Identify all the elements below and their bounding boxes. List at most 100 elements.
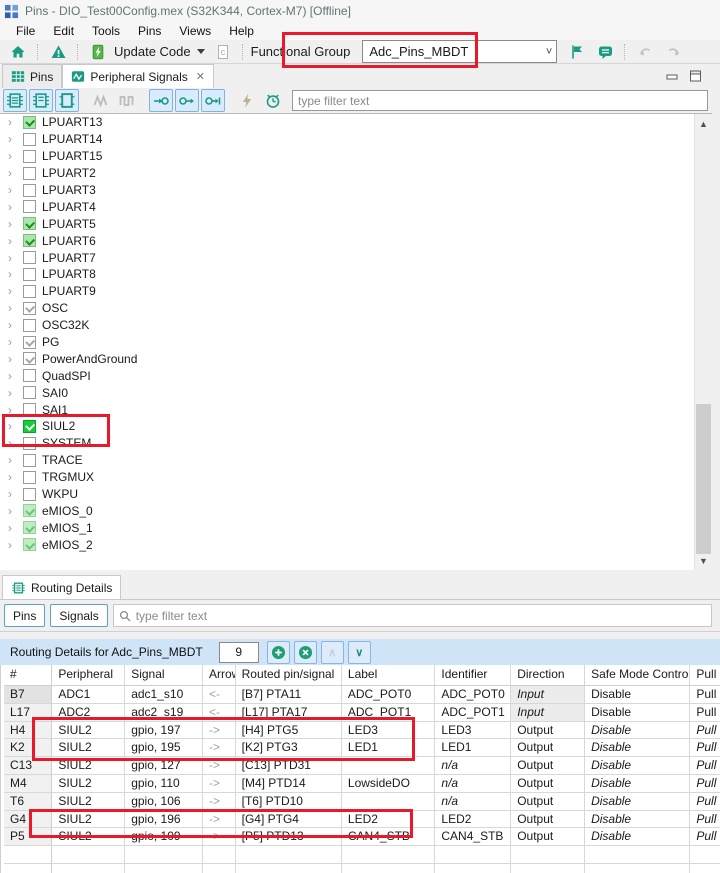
cell-peripheral[interactable]: SIUL2 (52, 739, 126, 758)
cell-identifier[interactable]: CAN4_STB (435, 828, 512, 847)
tree-item[interactable]: › LPUART3 (0, 182, 712, 199)
tree-item[interactable]: › WKPU (0, 486, 712, 503)
timer-icon[interactable] (261, 89, 285, 112)
expand-chevron-icon[interactable]: › (8, 454, 17, 466)
scroll-down-icon[interactable]: ▼ (695, 553, 712, 569)
tab-routing-details[interactable]: Routing Details (2, 575, 122, 599)
menu-item[interactable]: File (7, 23, 44, 39)
column-header[interactable]: Direction (511, 665, 586, 686)
flag-icon[interactable] (565, 40, 589, 63)
expand-chevron-icon[interactable]: › (8, 218, 17, 230)
tab-peripheral-signals[interactable]: Peripheral Signals ✕ (62, 64, 214, 88)
steps-icon[interactable] (115, 89, 139, 112)
warning-icon[interactable] (46, 40, 70, 63)
expand-chevron-icon[interactable]: › (8, 387, 17, 399)
cell-signal[interactable]: gpio, 196 (125, 810, 203, 829)
tree-item[interactable]: › SIUL2 (0, 418, 712, 435)
close-icon[interactable]: ✕ (196, 70, 205, 83)
route-count-input[interactable]: 9 (218, 641, 259, 663)
peripheral-checkbox[interactable] (23, 267, 36, 281)
expand-chevron-icon[interactable]: › (8, 488, 17, 500)
peripheral-checkbox[interactable] (23, 369, 36, 383)
column-header[interactable]: Routed pin/signal (235, 665, 342, 686)
table-row[interactable]: L17 ADC2 adc2_s19 <- [L17] PTA17 ADC_POT… (1, 703, 720, 722)
table-row[interactable]: K2 SIUL2 gpio, 195 -> [K2] PTG3 LED1 LED… (1, 739, 720, 758)
update-code-label[interactable]: Update Code (114, 44, 191, 59)
peripheral-checkbox[interactable] (23, 166, 36, 180)
expand-chevron-icon[interactable]: › (8, 201, 17, 213)
tree-item[interactable]: › TRACE (0, 452, 712, 469)
cell-pull[interactable]: Pull (690, 775, 720, 793)
expand-chevron-icon[interactable]: › (8, 133, 17, 145)
package-pins-icon[interactable] (29, 89, 53, 112)
cell-safe-mode[interactable]: Disable (585, 774, 691, 793)
waveform-icon[interactable] (89, 89, 113, 112)
cell-routed-pin[interactable]: [T6] PTD10 (235, 792, 342, 811)
expand-chevron-icon[interactable]: › (8, 505, 17, 517)
minimize-icon[interactable] (666, 71, 679, 82)
column-header[interactable]: Arrow (203, 665, 236, 686)
expand-chevron-icon[interactable]: › (8, 539, 17, 551)
pins-toggle-button[interactable]: Pins (4, 604, 46, 627)
cell-identifier[interactable]: LED2 (435, 810, 512, 829)
tree-scrollbar[interactable]: ▲ ▼ (694, 114, 712, 571)
expand-chevron-icon[interactable]: › (8, 150, 17, 162)
table-row[interactable]: P5 SIUL2 gpio, 109 -> [P5] PTD13 CAN4_ST… (1, 828, 720, 847)
cell-signal[interactable]: gpio, 195 (125, 739, 203, 758)
peripheral-checkbox[interactable] (23, 217, 36, 231)
peripheral-checkbox[interactable] (23, 386, 36, 400)
menu-item[interactable]: Pins (129, 23, 170, 39)
expand-chevron-icon[interactable]: › (8, 336, 17, 348)
tab-pins[interactable]: Pins (2, 64, 63, 88)
cell-routed-pin[interactable]: [B7] PTA11 (235, 686, 342, 704)
add-route-button[interactable] (266, 640, 290, 664)
peripheral-checkbox[interactable] (23, 301, 36, 315)
expand-chevron-icon[interactable]: › (8, 285, 17, 297)
tree-item[interactable]: › SYSTEM (0, 435, 712, 452)
cell-safe-mode[interactable]: Disable (585, 721, 691, 740)
peripheral-checkbox[interactable] (23, 132, 36, 146)
peripheral-checkbox[interactable] (23, 200, 36, 214)
cell-direction[interactable]: Output (511, 792, 586, 811)
tree-item[interactable]: › eMIOS_0 (0, 502, 712, 519)
cell-signal[interactable]: gpio, 127 (125, 757, 203, 775)
peripheral-checkbox[interactable] (23, 419, 36, 433)
expand-chevron-icon[interactable]: › (8, 404, 17, 416)
copy-code-icon[interactable]: c (211, 40, 235, 63)
cell-label[interactable]: LED1 (341, 739, 436, 758)
cell-safe-mode[interactable]: Disable (585, 828, 691, 847)
tree-item[interactable]: › OSC32K (0, 317, 712, 334)
update-code-dropdown-icon[interactable] (196, 49, 205, 54)
expand-chevron-icon[interactable]: › (8, 268, 17, 280)
cell-pull[interactable]: Pull (690, 811, 720, 829)
cell-routed-pin[interactable]: [P5] PTD13 (235, 828, 342, 847)
tree-item[interactable]: › LPUART8 (0, 266, 712, 283)
expand-chevron-icon[interactable]: › (8, 319, 17, 331)
peripheral-checkbox[interactable] (23, 538, 36, 552)
scrollbar-thumb[interactable] (696, 404, 711, 554)
cell-direction[interactable]: Output (511, 757, 586, 775)
cell-routed-pin[interactable]: [L17] PTA17 (235, 703, 342, 722)
cell-direction[interactable]: Output (511, 828, 586, 847)
column-header[interactable]: Identifier (435, 665, 512, 686)
cell-number[interactable]: B7 (4, 686, 53, 704)
cell-signal[interactable]: adc1_s10 (125, 686, 203, 704)
cell-number[interactable]: C13 (4, 757, 53, 775)
tree-item[interactable]: › LPUART13 (0, 114, 712, 131)
tree-item[interactable]: › LPUART15 (0, 148, 712, 165)
tree-item[interactable]: › PowerAndGround (0, 350, 712, 367)
cell-pull[interactable]: Pull (690, 739, 720, 758)
cell-pull[interactable]: Pull (690, 793, 720, 811)
tree-item[interactable]: › LPUART14 (0, 131, 712, 148)
flash-icon[interactable] (235, 89, 259, 112)
cell-label[interactable] (341, 792, 436, 811)
cell-signal[interactable]: gpio, 110 (125, 774, 203, 793)
cell-identifier[interactable]: LED1 (435, 739, 512, 758)
pin-input-icon[interactable] (149, 89, 173, 112)
cell-peripheral[interactable]: SIUL2 (52, 721, 126, 740)
peripheral-checkbox[interactable] (23, 335, 36, 349)
column-header[interactable]: Pull (690, 665, 720, 686)
cell-number[interactable]: P5 (4, 828, 53, 847)
expand-chevron-icon[interactable]: › (8, 353, 17, 365)
cell-direction[interactable]: Output (511, 774, 586, 793)
